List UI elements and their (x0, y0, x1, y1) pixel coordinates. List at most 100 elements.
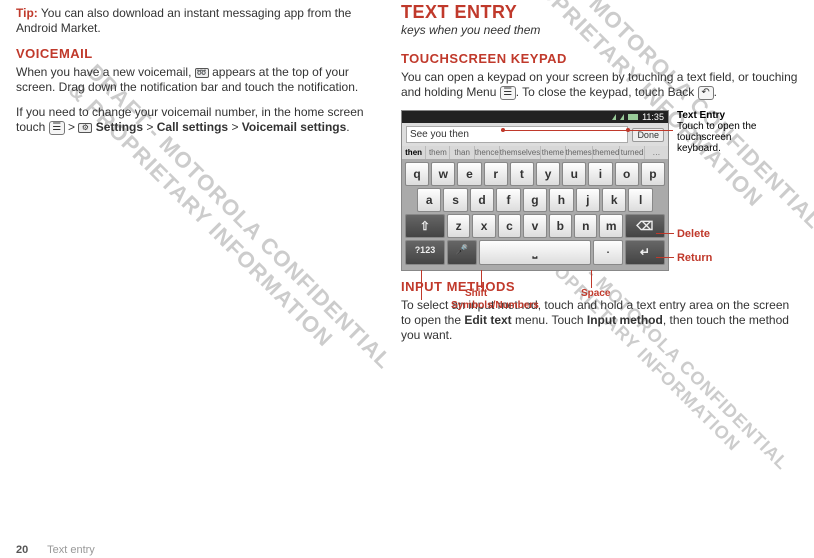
key-o[interactable]: o (615, 162, 639, 186)
back-icon: ↶ (698, 86, 714, 100)
voicemail-settings-label: Voicemail settings (242, 120, 346, 134)
edit-text-label: Edit text (464, 313, 511, 327)
key-row-4: ?123 🎤 ⎵ . ↵ (405, 240, 665, 265)
suggestion[interactable]: turned (620, 146, 644, 159)
suggestion[interactable]: themselves (500, 146, 541, 159)
key-d[interactable]: d (470, 188, 494, 212)
key-row-3: ⇧ z x c v b n m ⌫ (405, 214, 665, 238)
suggestion[interactable]: thence (475, 146, 500, 159)
key-row-1: q w e r t y u i o p (405, 162, 665, 186)
keypad-diagram: 11:35 See you then Done then them than t… (401, 110, 771, 271)
callout-sub: Touch to open the touchscreen keyboard. (677, 121, 769, 154)
key-l[interactable]: l (628, 188, 652, 212)
key-g[interactable]: g (523, 188, 547, 212)
callout-text-entry: Text Entry Touch to open the touchscreen… (677, 110, 769, 154)
callout-line (656, 233, 674, 234)
page-number: 20 (16, 544, 28, 556)
key-delete[interactable]: ⌫ (625, 214, 665, 238)
key-e[interactable]: e (457, 162, 481, 186)
right-column: TEXT ENTRY keys when you need them TOUCH… (391, 0, 808, 355)
phone-mock: 11:35 See you then Done then them than t… (401, 110, 669, 271)
key-s[interactable]: s (443, 188, 467, 212)
key-n[interactable]: n (574, 214, 597, 238)
callout-line (501, 130, 673, 131)
signal-icon (620, 114, 624, 120)
key-return[interactable]: ↵ (625, 240, 665, 265)
callout-delete: Delete (677, 228, 710, 240)
left-column: Tip: You can also download an instant me… (6, 0, 391, 355)
page-footer: 20 Text entry (16, 544, 95, 556)
text-entry-heading: TEXT ENTRY (401, 2, 798, 23)
key-k[interactable]: k (602, 188, 626, 212)
battery-icon (628, 114, 638, 120)
key-mic[interactable]: 🎤 (447, 240, 477, 265)
menu-icon: ☰ (49, 121, 65, 135)
key-b[interactable]: b (549, 214, 572, 238)
text-run: menu. Touch (512, 313, 587, 327)
key-shift[interactable]: ⇧ (405, 214, 445, 238)
key-m[interactable]: m (599, 214, 622, 238)
touchscreen-p1: You can open a keypad on your screen by … (401, 70, 798, 100)
menu-icon: ☰ (500, 86, 516, 100)
text-run: . (714, 85, 717, 99)
suggestion[interactable]: theme (541, 146, 565, 159)
key-v[interactable]: v (523, 214, 546, 238)
key-j[interactable]: j (576, 188, 600, 212)
key-p[interactable]: p (641, 162, 665, 186)
text-run: When you have a new voicemail, (16, 65, 195, 79)
settings-label: Settings (92, 120, 143, 134)
key-row-2: a s d f g h j k l (405, 188, 665, 212)
suggestion[interactable]: then (402, 146, 426, 159)
key-a[interactable]: a (417, 188, 441, 212)
callout-dot (626, 128, 630, 132)
voicemail-p1: When you have a new voicemail, ➿ appears… (16, 65, 381, 95)
text-entry-subtitle: keys when you need them (401, 23, 798, 37)
key-q[interactable]: q (405, 162, 429, 186)
callout-line (656, 257, 674, 258)
key-symbols[interactable]: ?123 (405, 240, 445, 265)
text-run: . To close the keypad, touch Back (516, 85, 698, 99)
suggestion[interactable]: themes (566, 146, 593, 159)
settings-icon: ⚙ (78, 123, 92, 133)
status-bar: 11:35 (402, 111, 668, 123)
separator: > (228, 120, 242, 134)
callout-shift: Shift (465, 288, 487, 299)
callout-line (481, 270, 482, 288)
callout-symbols: Symbols/Numbers (451, 300, 539, 311)
callout-line (421, 270, 422, 300)
suggestion[interactable]: them (426, 146, 450, 159)
signal-icon (612, 114, 616, 120)
key-u[interactable]: u (562, 162, 586, 186)
callout-dot (501, 128, 505, 132)
key-y[interactable]: y (536, 162, 560, 186)
key-f[interactable]: f (496, 188, 520, 212)
tip-label: Tip: (16, 6, 38, 20)
suggestion-bar: then them than thence themselves theme t… (402, 146, 668, 159)
key-c[interactable]: c (498, 214, 521, 238)
clock: 11:35 (642, 112, 664, 122)
key-space[interactable]: ⎵ (479, 240, 591, 265)
callout-space: Space (581, 288, 610, 299)
text-run: . (346, 120, 349, 134)
footer-section: Text entry (47, 544, 95, 556)
suggestion[interactable]: themed (593, 146, 621, 159)
key-z[interactable]: z (447, 214, 470, 238)
key-w[interactable]: w (431, 162, 455, 186)
suggestion[interactable]: than (450, 146, 474, 159)
key-period[interactable]: . (593, 240, 623, 265)
suggestion[interactable]: … (645, 146, 668, 159)
keyboard: q w e r t y u i o p a s d (402, 159, 668, 270)
key-x[interactable]: x (472, 214, 495, 238)
tip-text: You can also download an instant messagi… (16, 6, 351, 35)
callout-line (591, 270, 592, 288)
voicemail-p2: If you need to change your voicemail num… (16, 105, 381, 135)
text-field[interactable]: See you then (406, 126, 628, 143)
key-t[interactable]: t (510, 162, 534, 186)
key-h[interactable]: h (549, 188, 573, 212)
key-i[interactable]: i (588, 162, 612, 186)
callout-title: Text Entry (677, 110, 725, 121)
key-r[interactable]: r (484, 162, 508, 186)
input-method-label: Input method (587, 313, 663, 327)
voicemail-heading: VOICEMAIL (16, 46, 381, 61)
call-settings-label: Call settings (157, 120, 228, 134)
